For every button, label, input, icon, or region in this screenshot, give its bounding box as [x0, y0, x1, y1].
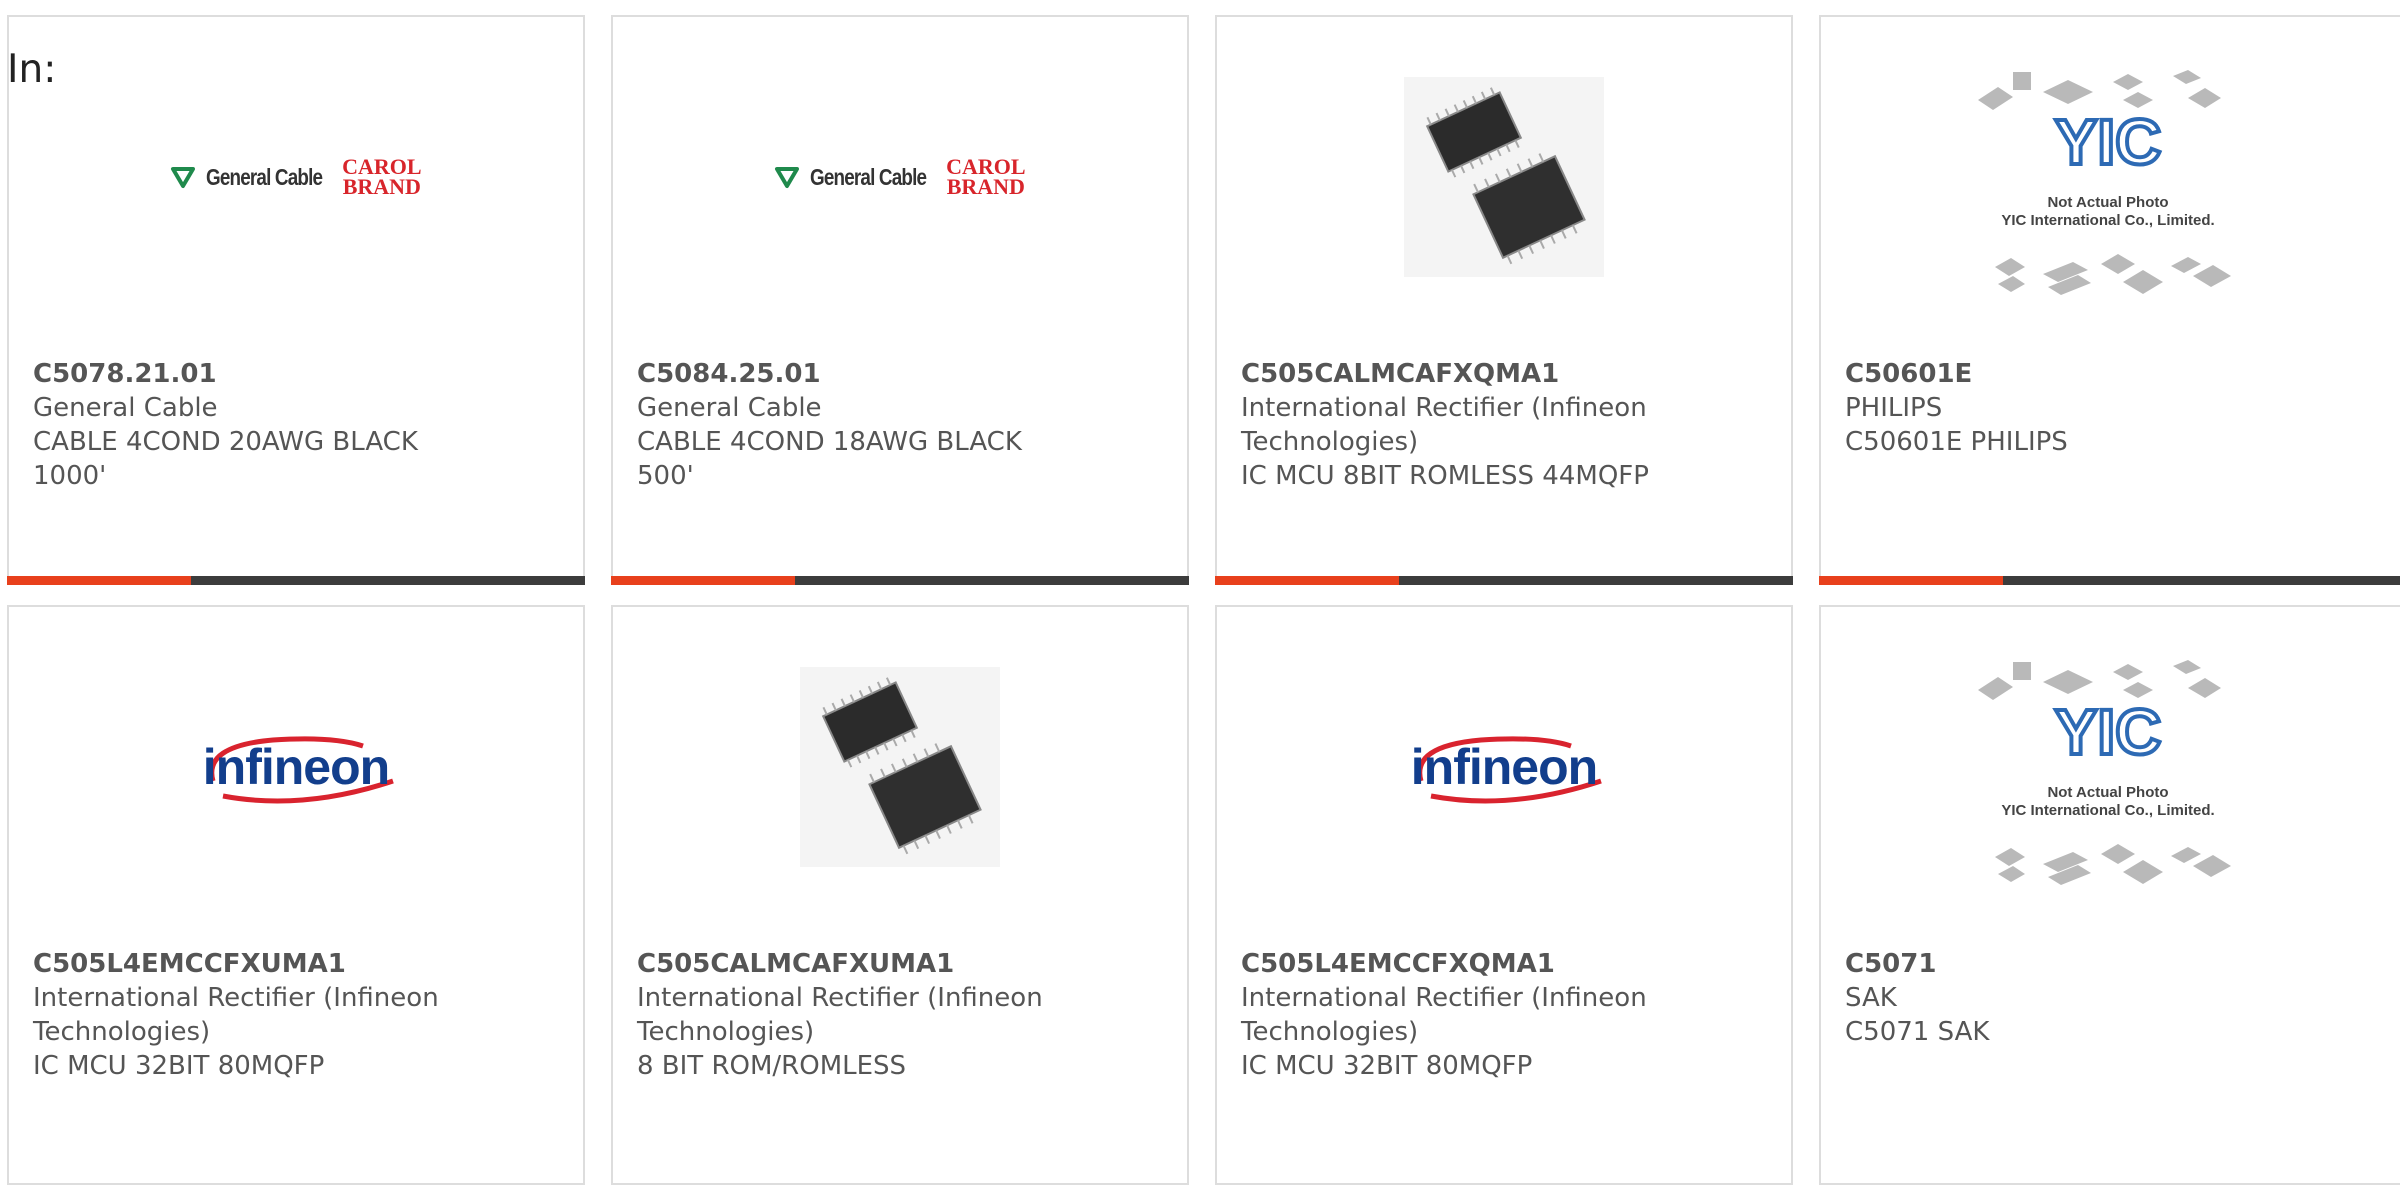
- card-progress-bar: [611, 576, 1189, 585]
- description: C5071 SAK: [1845, 1017, 1990, 1047]
- yic-caption-1: Not Actual Photo: [2047, 784, 2169, 801]
- product-card[interactable]: C505CALMCAFXUMA1 International Rectifier…: [611, 605, 1189, 1185]
- product-card[interactable]: YIC Not Actual Photo YIC International C…: [1819, 605, 2400, 1185]
- svg-text:YIC: YIC: [2055, 106, 2162, 178]
- part-number[interactable]: C5071: [1845, 947, 2297, 981]
- general-cable-logo: General Cable CAROL BRAND: [774, 156, 1026, 198]
- product-image[interactable]: infineon: [9, 657, 583, 877]
- description: CABLE 4COND 20AWG BLACK 1000': [33, 427, 418, 491]
- card-progress-bar: [1819, 576, 2400, 585]
- description: CABLE 4COND 18AWG BLACK 500': [637, 427, 1022, 491]
- manufacturer: General Cable: [33, 393, 218, 423]
- product-image[interactable]: YIC Not Actual Photo YIC International C…: [1821, 647, 2395, 897]
- product-card[interactable]: infineon C505L4EMCCFXQMA1 International …: [1215, 605, 1793, 1185]
- card-progress-bar: [7, 576, 585, 585]
- manufacturer: International Rectifier (Infineon Techno…: [1241, 393, 1647, 457]
- yic-placeholder-image: YIC Not Actual Photo YIC International C…: [1973, 62, 2243, 302]
- product-card[interactable]: infineon C505L4EMCCFXUMA1 International …: [7, 605, 585, 1185]
- product-image[interactable]: [1217, 67, 1791, 287]
- ic-chip-photo: [800, 667, 1000, 867]
- infineon-logo: infineon: [1411, 736, 1602, 804]
- svg-text:YIC: YIC: [2055, 696, 2162, 768]
- in-label: In:: [7, 47, 57, 92]
- description: C50601E PHILIPS: [1845, 427, 2068, 457]
- manufacturer: SAK: [1845, 983, 1897, 1013]
- part-number[interactable]: C5078.21.01: [33, 357, 463, 391]
- manufacturer: PHILIPS: [1845, 393, 1943, 423]
- part-number[interactable]: C505L4EMCCFXQMA1: [1241, 947, 1671, 981]
- description: 8 BIT ROM/ROMLESS: [637, 1051, 907, 1081]
- manufacturer: International Rectifier (Infineon Techno…: [33, 983, 439, 1047]
- yic-placeholder-image: YIC Not Actual Photo YIC International C…: [1973, 652, 2243, 892]
- part-number[interactable]: C505CALMCAFXQMA1: [1241, 357, 1671, 391]
- general-cable-logo: General Cable CAROL BRAND: [170, 156, 422, 198]
- product-card[interactable]: General Cable CAROL BRAND C5084.25.01 Gen…: [611, 15, 1189, 585]
- part-number[interactable]: C505L4EMCCFXUMA1: [33, 947, 463, 981]
- product-image[interactable]: General Cable CAROL BRAND: [613, 67, 1187, 287]
- part-number[interactable]: C50601E: [1845, 357, 2297, 391]
- manufacturer: International Rectifier (Infineon Techno…: [637, 983, 1043, 1047]
- card-progress-bar: [1215, 576, 1793, 585]
- yic-caption-1: Not Actual Photo: [2047, 194, 2169, 211]
- product-image[interactable]: YIC Not Actual Photo YIC International C…: [1821, 57, 2395, 307]
- product-card[interactable]: C505CALMCAFXQMA1 International Rectifier…: [1215, 15, 1793, 585]
- product-image[interactable]: [613, 657, 1187, 877]
- part-number[interactable]: C5084.25.01: [637, 357, 1067, 391]
- part-number[interactable]: C505CALMCAFXUMA1: [637, 947, 1067, 981]
- product-card[interactable]: YIC Not Actual Photo YIC International C…: [1819, 15, 2400, 585]
- manufacturer: International Rectifier (Infineon Techno…: [1241, 983, 1647, 1047]
- yic-caption-2: YIC International Co., Limited.: [2001, 212, 2215, 229]
- description: IC MCU 32BIT 80MQFP: [1241, 1051, 1533, 1081]
- product-image[interactable]: General Cable CAROL BRAND: [9, 67, 583, 287]
- description: IC MCU 8BIT ROMLESS 44MQFP: [1241, 461, 1649, 491]
- yic-caption-2: YIC International Co., Limited.: [2001, 802, 2215, 819]
- product-image[interactable]: infineon: [1217, 657, 1791, 877]
- infineon-logo: infineon: [203, 736, 394, 804]
- product-card[interactable]: General Cable CAROL BRAND C5078.21.01 Gen…: [7, 15, 585, 585]
- description: IC MCU 32BIT 80MQFP: [33, 1051, 325, 1081]
- ic-chip-photo: [1404, 77, 1604, 277]
- manufacturer: General Cable: [637, 393, 822, 423]
